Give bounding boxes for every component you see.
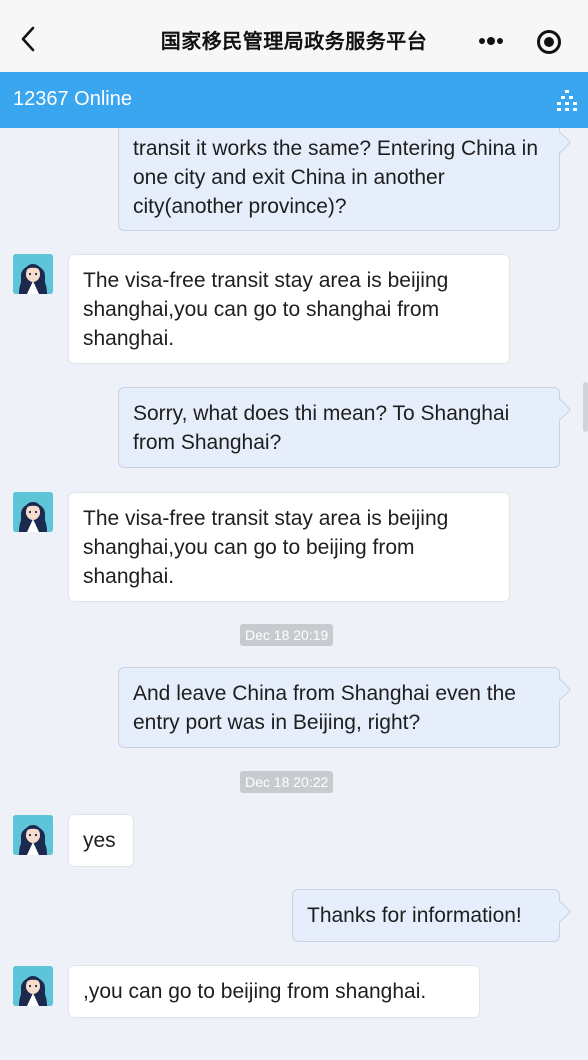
chevron-left-icon [21,26,35,52]
chat-area[interactable]: transit it works the same? Entering Chin… [0,128,588,1060]
menu-button[interactable] [555,89,579,113]
agent-message: yes [68,814,134,867]
agent-avatar-icon [13,966,53,1006]
agent-avatar [13,254,53,294]
agent-avatar-icon [13,815,53,855]
more-dots-icon-center [487,37,495,45]
more-dots-icon-right [497,38,503,44]
menu-icon [557,90,577,111]
mini-program-top-bar: 国家移民管理局政务服务平台 [0,0,588,72]
service-header: 12367 Online [0,72,588,128]
user-message: And leave China from Shanghai even the e… [118,667,560,748]
back-button[interactable] [14,24,44,54]
agent-message: The visa-free transit stay area is beiji… [68,492,510,602]
agent-message: ,you can go to beijing from shanghai. [68,965,480,1018]
agent-avatar-icon [13,492,53,532]
agent-avatar [13,492,53,532]
user-message: Sorry, what does thi mean? To Shanghai f… [118,387,560,468]
target-icon-core [544,37,554,47]
user-message: transit it works the same? Entering Chin… [118,128,560,231]
user-message: Thanks for information! [292,889,560,942]
more-dots-icon [479,38,485,44]
agent-avatar [13,966,53,1006]
service-title: 12367 Online [13,88,132,110]
chat-scrollbar[interactable] [583,382,588,432]
page-title: 国家移民管理局政务服务平台 [160,29,428,53]
agent-message: The visa-free transit stay area is beiji… [68,254,510,364]
more-options-button[interactable] [470,28,510,54]
close-mini-program-button[interactable] [535,28,563,56]
agent-avatar-icon [13,254,53,294]
timestamp: Dec 18 20:22 [240,771,334,793]
agent-avatar [13,815,53,855]
timestamp: Dec 18 20:19 [240,624,334,646]
